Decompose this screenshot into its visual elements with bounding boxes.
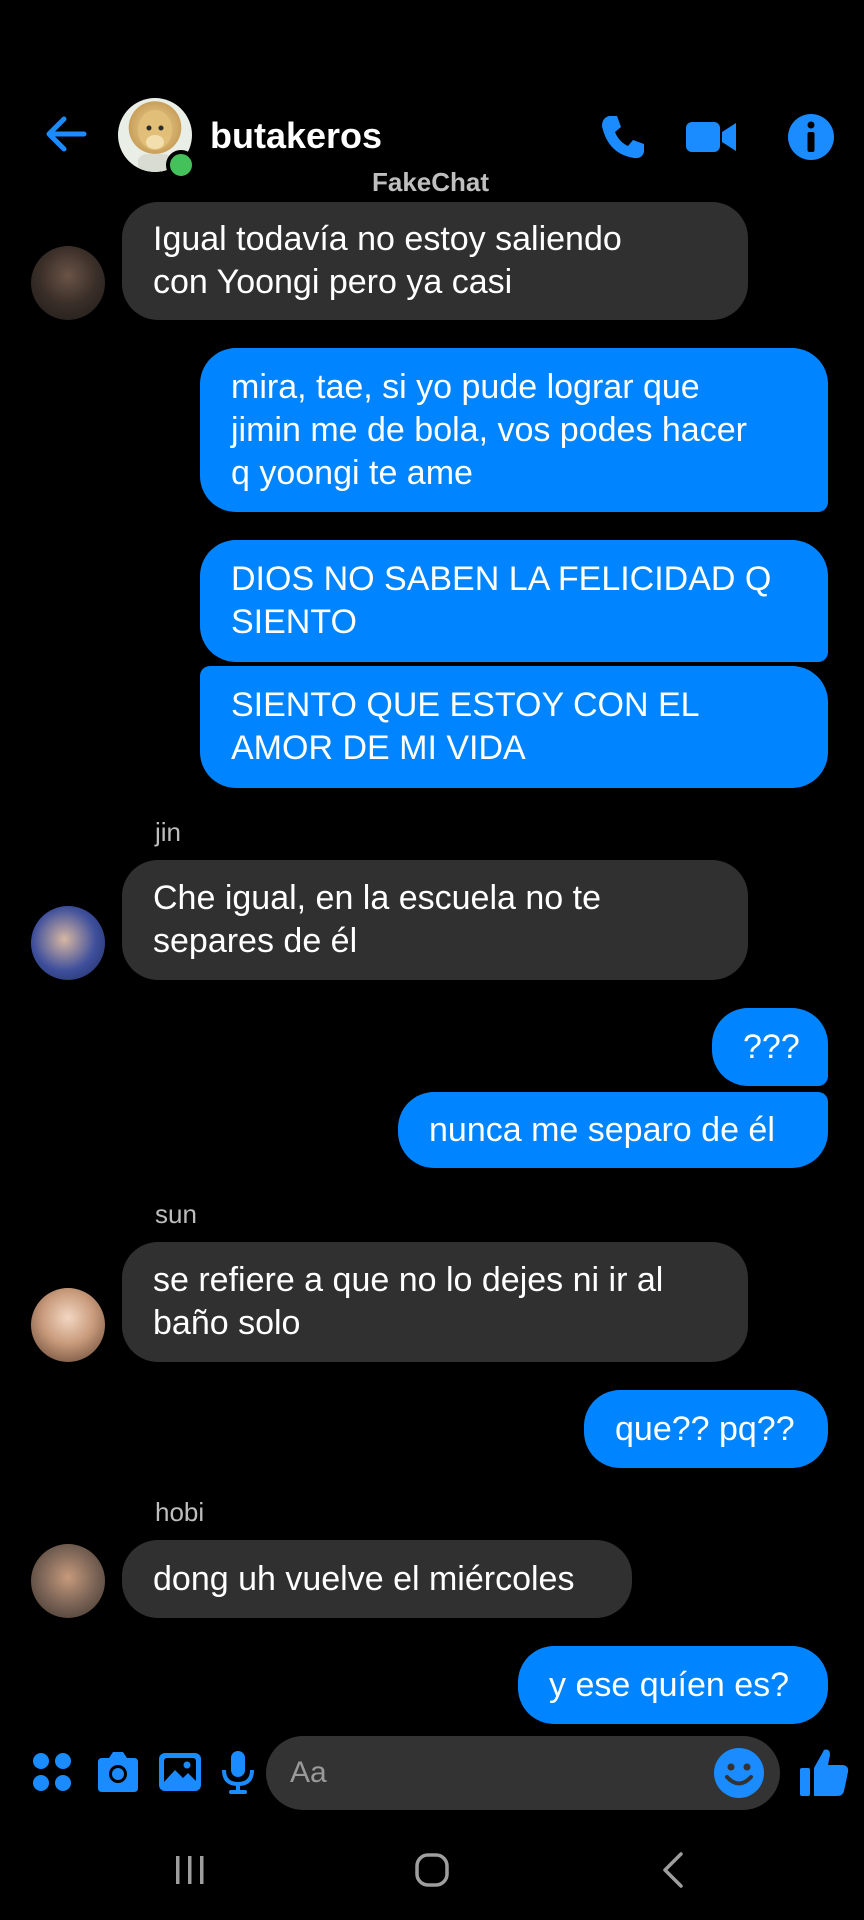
- sender-avatar[interactable]: [31, 1288, 105, 1362]
- back-arrow-icon[interactable]: [40, 108, 92, 160]
- info-icon[interactable]: [784, 110, 838, 164]
- message-bubble-outgoing[interactable]: nunca me separo de él: [398, 1092, 828, 1168]
- message-bubble-outgoing[interactable]: DIOS NO SABEN LA FELICIDAD Q SIENTO: [200, 540, 828, 662]
- message-bubble-outgoing[interactable]: ???: [712, 1008, 828, 1086]
- thumbs-up-icon[interactable]: [796, 1744, 852, 1800]
- message-bubble-outgoing[interactable]: mira, tae, si yo pude lograr que jimin m…: [200, 348, 828, 512]
- apps-icon[interactable]: [28, 1748, 76, 1796]
- message-bubble-outgoing[interactable]: que?? pq??: [584, 1390, 828, 1468]
- sender-name: jin: [155, 817, 182, 847]
- chat-title[interactable]: butakeros: [210, 114, 382, 158]
- message-input[interactable]: [266, 1736, 780, 1810]
- message-bubble-incoming[interactable]: Che igual, en la escuela no te separes d…: [122, 860, 748, 980]
- message-bubble-outgoing[interactable]: y ese quíen es?: [518, 1646, 828, 1724]
- back-icon[interactable]: [650, 1846, 698, 1894]
- emoji-icon[interactable]: [712, 1746, 766, 1800]
- message-bubble-outgoing[interactable]: SIENTO QUE ESTOY CON EL AMOR DE MI VIDA: [200, 666, 828, 788]
- sender-name: hobi: [155, 1497, 205, 1527]
- video-camera-icon[interactable]: [684, 110, 738, 164]
- watermark-text: FakeChat: [372, 167, 490, 197]
- recents-icon[interactable]: [166, 1846, 214, 1894]
- online-status-indicator: [166, 150, 196, 180]
- message-bubble-incoming[interactable]: se refiere a que no lo dejes ni ir al ba…: [122, 1242, 748, 1362]
- message-bubble-incoming[interactable]: Igual todavía no estoy saliendo con Yoon…: [122, 202, 748, 320]
- sender-avatar[interactable]: [31, 906, 105, 980]
- microphone-icon[interactable]: [214, 1748, 262, 1796]
- sender-name: sun: [155, 1199, 197, 1229]
- message-bubble-incoming[interactable]: dong uh vuelve el miércoles: [122, 1540, 632, 1618]
- camera-icon[interactable]: [94, 1748, 142, 1796]
- home-icon[interactable]: [408, 1846, 456, 1894]
- gallery-icon[interactable]: [156, 1748, 204, 1796]
- sender-avatar[interactable]: [31, 1544, 105, 1618]
- phone-icon[interactable]: [596, 110, 650, 164]
- message-input-placeholder[interactable]: Aa: [290, 1754, 327, 1792]
- sender-avatar[interactable]: [31, 246, 105, 320]
